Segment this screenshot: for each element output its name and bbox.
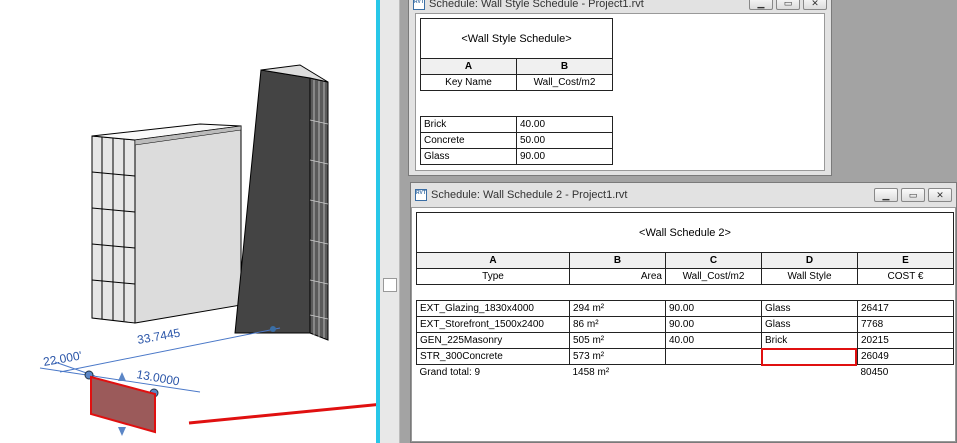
table-cell[interactable]: EXT_Glazing_1830x4000 (416, 300, 570, 317)
dim-horizontal[interactable]: 33.7445 (136, 326, 181, 347)
dim-left[interactable]: 22.000' (42, 348, 83, 369)
table-row[interactable]: GEN_225Masonry 505 m² 40.00 Brick 20215 (416, 332, 954, 349)
table-cell[interactable]: 294 m² (569, 300, 666, 317)
style-schedule-header-table: <Wall Style Schedule> A B Key Name Wall_… (420, 18, 613, 91)
table-cell[interactable]: Brick (420, 116, 517, 133)
wall-style-schedule-window[interactable]: RVT Schedule: Wall Style Schedule - Proj… (408, 0, 832, 176)
table-cell[interactable]: 90.00 (665, 300, 762, 317)
col-letter-c[interactable]: C (665, 252, 762, 269)
schedule-title[interactable]: <Wall Schedule 2> (415, 212, 955, 253)
minimize-button[interactable]: ▁ (874, 188, 898, 202)
table-cell[interactable]: 40.00 (516, 116, 613, 133)
col-header-wall-style[interactable]: Wall Style (761, 268, 858, 285)
style-schedule-body-table: Brick 40.00 Concrete 50.00 Glass 90.00 (420, 116, 613, 165)
table-cell[interactable]: 20215 (857, 332, 954, 349)
maximize-icon: ▭ (908, 190, 918, 200)
table-row[interactable]: EXT_Glazing_1830x4000 294 m² 90.00 Glass… (416, 300, 954, 317)
close-button[interactable]: ✕ (928, 188, 952, 202)
grand-total-cost: 80450 (860, 367, 889, 379)
col-letter-b[interactable]: B (516, 58, 613, 75)
col-header-type[interactable]: Type (416, 268, 570, 285)
table-row[interactable]: Brick 40.00 (420, 116, 613, 133)
table-cell[interactable]: Concrete (420, 132, 517, 149)
wall-schedule-2-window[interactable]: RVT Schedule: Wall Schedule 2 - Project1… (410, 182, 957, 443)
grand-total-row[interactable]: Grand total: 9 1458 m² 80450 (417, 365, 954, 381)
flip-arrow-down-icon[interactable] (118, 427, 126, 436)
wall-schedule-body-table: EXT_Glazing_1830x4000 294 m² 90.00 Glass… (416, 300, 954, 381)
table-cell[interactable]: EXT_Storefront_1500x2400 (416, 316, 570, 333)
table-row[interactable]: STR_300Concrete 573 m² 26049 (416, 348, 954, 365)
grand-total-label: Grand total: 9 (419, 367, 481, 379)
grand-total-style (762, 365, 858, 381)
flip-arrow-up-icon[interactable] (118, 372, 126, 381)
col-letter-e[interactable]: E (856, 252, 955, 269)
right-building[interactable] (234, 64, 329, 341)
mdi-area: RVT Schedule: Wall Style Schedule - Proj… (400, 0, 957, 443)
grand-total-area: 1458 m² (572, 367, 610, 379)
table-cell[interactable]: Brick (761, 332, 858, 349)
3d-viewport[interactable]: 33.7445 22.000' 13.0000 (0, 0, 378, 443)
col-letter-d[interactable]: D (761, 252, 858, 269)
col-letter-a[interactable]: A (416, 252, 570, 269)
col-header-key-name[interactable]: Key Name (420, 74, 517, 91)
schedule-sheet[interactable]: <Wall Style Schedule> A B Key Name Wall_… (415, 13, 825, 171)
col-letter-a[interactable]: A (420, 58, 517, 75)
minimize-icon: ▁ (882, 190, 890, 200)
close-button[interactable]: ✕ (803, 0, 827, 10)
window-title: Schedule: Wall Schedule 2 - Project1.rvt (431, 189, 628, 201)
table-cell[interactable]: 573 m² (569, 348, 666, 365)
schedule-sheet[interactable]: <Wall Schedule 2> A B C D E Type Area Wa… (411, 207, 956, 442)
table-cell[interactable]: 40.00 (665, 332, 762, 349)
col-header-area[interactable]: Area (569, 268, 666, 285)
close-icon: ✕ (936, 190, 944, 200)
table-cell[interactable]: 50.00 (516, 132, 613, 149)
close-icon: ✕ (811, 0, 819, 8)
table-row[interactable]: EXT_Storefront_1500x2400 86 m² 90.00 Gla… (416, 316, 954, 333)
table-row[interactable]: Glass 90.00 (420, 148, 613, 165)
annotation-arrow (188, 402, 378, 425)
3d-model-view[interactable]: 33.7445 22.000' 13.0000 (0, 0, 378, 443)
col-header-wall-cost[interactable]: Wall_Cost/m2 (516, 74, 613, 91)
col-header-cost[interactable]: COST € (856, 268, 955, 285)
table-cell[interactable] (665, 348, 762, 365)
table-row[interactable]: Concrete 50.00 (420, 132, 613, 149)
gutter-button[interactable] (383, 278, 397, 292)
maximize-button[interactable]: ▭ (901, 188, 925, 202)
wall-schedule-header-table: <Wall Schedule 2> A B C D E Type Area Wa… (415, 212, 955, 285)
table-cell[interactable]: 90.00 (665, 316, 762, 333)
table-cell[interactable]: Glass (761, 300, 858, 317)
table-cell[interactable]: Glass (761, 316, 858, 333)
table-cell[interactable]: GEN_225Masonry (416, 332, 570, 349)
window-titlebar[interactable]: RVT Schedule: Wall Schedule 2 - Project1… (411, 183, 956, 207)
highlight-box (761, 348, 857, 366)
scroll-gutter (380, 0, 400, 443)
table-cell[interactable]: STR_300Concrete (416, 348, 570, 365)
maximize-button[interactable]: ▭ (776, 0, 800, 10)
schedule-title[interactable]: <Wall Style Schedule> (420, 18, 613, 59)
table-cell[interactable]: 86 m² (569, 316, 666, 333)
window-title: Schedule: Wall Style Schedule - Project1… (429, 0, 644, 10)
minimize-icon: ▁ (757, 0, 765, 8)
left-building[interactable] (91, 123, 242, 324)
minimize-button[interactable]: ▁ (749, 0, 773, 10)
col-header-wall-cost[interactable]: Wall_Cost/m2 (665, 268, 762, 285)
table-cell[interactable]: 505 m² (569, 332, 666, 349)
table-cell[interactable]: 26049 (857, 348, 954, 365)
window-titlebar[interactable]: RVT Schedule: Wall Style Schedule - Proj… (409, 0, 831, 13)
grand-total-cost-m2 (666, 365, 762, 381)
col-letter-b[interactable]: B (569, 252, 666, 269)
rvt-file-icon: RVT (413, 0, 425, 10)
rvt-file-icon: RVT (415, 189, 427, 201)
table-cell[interactable]: Glass (420, 148, 517, 165)
maximize-icon: ▭ (783, 0, 793, 8)
table-cell[interactable]: 26417 (857, 300, 954, 317)
table-cell[interactable]: 7768 (857, 316, 954, 333)
table-cell[interactable]: 90.00 (516, 148, 613, 165)
